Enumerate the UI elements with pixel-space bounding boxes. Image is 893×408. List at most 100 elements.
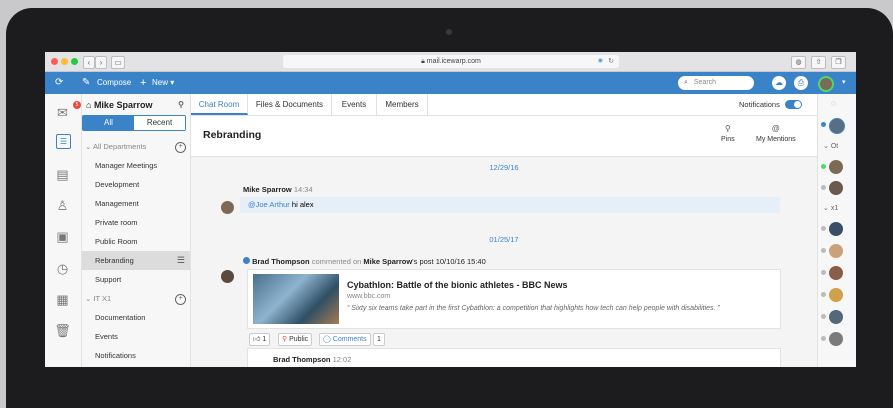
sidebar-toggle-icon[interactable]: ▭ xyxy=(111,56,125,69)
rrail-group-2[interactable]: ⌄ x1 xyxy=(823,204,838,212)
avatar[interactable] xyxy=(829,160,843,174)
link-preview-card[interactable]: Cybathlon: Battle of the bionic athletes… xyxy=(247,269,781,329)
sidebar-item-events[interactable]: Events xyxy=(82,327,190,346)
avatar[interactable] xyxy=(829,266,843,280)
rrail-group-1[interactable]: ⌄ Ot xyxy=(823,142,838,150)
avatar[interactable] xyxy=(221,270,234,283)
status-dot xyxy=(821,270,826,275)
preview-quote: “ Sixty six teams take part in the first… xyxy=(347,305,720,312)
tasks-icon[interactable]: ◷ xyxy=(54,260,71,277)
pin-icon: ⚲ xyxy=(724,124,731,133)
segment-all[interactable]: All xyxy=(83,116,134,130)
plus-icon[interactable]: + xyxy=(140,72,146,94)
chat-bubble-icon[interactable]: ◌ xyxy=(831,99,836,108)
sidebar-item-documentation[interactable]: Documentation xyxy=(82,308,190,327)
tab-files-documents[interactable]: Files & Documents xyxy=(248,94,332,115)
tabs-icon[interactable]: ❐ xyxy=(831,56,846,69)
post-author[interactable]: Brad Thompson xyxy=(252,257,310,266)
preview-thumbnail xyxy=(253,274,339,324)
reply-author: Brad Thompson xyxy=(273,355,331,364)
calendar-icon[interactable]: ▦ xyxy=(54,291,71,308)
thumbs-up-icon: 👍︎ xyxy=(253,336,263,343)
preview-title[interactable]: Cybathlon: Battle of the bionic athletes… xyxy=(347,280,568,290)
comment-icon: ◯ xyxy=(323,336,333,343)
sidebar-item-manager-meetings[interactable]: Manager Meetings xyxy=(82,156,190,175)
sidebar-item-development[interactable]: Development xyxy=(82,175,190,194)
status-dot xyxy=(821,336,826,341)
avatar[interactable] xyxy=(829,181,843,195)
avatar[interactable] xyxy=(221,201,234,214)
back-button[interactable]: ‹ xyxy=(83,56,95,69)
left-rail: ✉ 5 ☰ ▤ ♙ ▣ ◷ ▦ 🗑︎ xyxy=(45,94,82,367)
status-dot xyxy=(821,314,826,319)
url-bar[interactable]: 🔒︎ mail.icewarp.com ◉ ↻ xyxy=(283,55,619,68)
avatar[interactable] xyxy=(829,332,843,346)
pin-icon[interactable]: ⚲ xyxy=(178,100,184,109)
avatar[interactable] xyxy=(829,244,843,258)
post-time: 10/10/16 15:40 xyxy=(435,257,486,266)
menu-icon[interactable]: ☰ xyxy=(177,251,185,270)
refresh-icon[interactable]: ⟳ xyxy=(55,72,63,94)
like-button[interactable]: 👍︎ 1 xyxy=(249,333,271,346)
tab-chat-room[interactable]: Chat Room xyxy=(191,94,248,115)
date-separator: 12/29/16 xyxy=(489,163,519,172)
post-target[interactable]: Mike Sparrow xyxy=(363,257,412,266)
chat-icon[interactable]: ☰ xyxy=(56,134,71,149)
share-icon[interactable]: ⇧ xyxy=(811,56,826,69)
minimize-window-dot[interactable] xyxy=(61,58,68,65)
documents-icon[interactable]: ▣ xyxy=(54,228,71,245)
sidebar-item-private-room[interactable]: Private room xyxy=(82,213,190,232)
tab-events[interactable]: Events xyxy=(332,94,377,115)
group-label: All Departments xyxy=(92,142,147,151)
sidebar-item-rebranding[interactable]: Rebranding ☰ xyxy=(82,251,190,270)
reply-row: Brad Thompson 12:02 xyxy=(247,348,781,367)
avatar[interactable] xyxy=(829,118,845,134)
comments-count: 1 xyxy=(373,333,385,346)
room-header: Rebranding ⚲ Pins @ My Mentions xyxy=(191,116,817,157)
new-button[interactable]: New ▾ xyxy=(152,72,174,94)
group-all-departments[interactable]: ⌄ All Departments + xyxy=(85,142,189,153)
message-author: Mike Sparrow xyxy=(243,185,292,194)
segment-recent[interactable]: Recent xyxy=(134,116,185,130)
group-it-x1[interactable]: ⌄ IT X1 + xyxy=(85,294,189,305)
close-window-dot[interactable] xyxy=(51,58,58,65)
mail-icon[interactable]: ✉ 5 xyxy=(54,101,81,121)
sidebar-item-label: Support xyxy=(95,275,122,284)
mention-link[interactable]: @Joe Arthur xyxy=(248,200,290,209)
add-room-icon[interactable]: + xyxy=(175,142,186,153)
contacts-icon[interactable]: ♙ xyxy=(54,197,71,214)
print-icon[interactable]: ⎙ xyxy=(794,76,808,90)
shield-icon[interactable]: ◍ xyxy=(791,56,806,69)
sidebar-item-notifications[interactable]: Notifications xyxy=(82,346,190,365)
public-button[interactable]: ⚲ Public xyxy=(278,333,313,346)
compose-icon[interactable]: ✎ xyxy=(82,72,90,94)
trash-icon[interactable]: 🗑︎ xyxy=(54,322,71,339)
avatar[interactable] xyxy=(829,288,843,302)
avatar[interactable] xyxy=(829,222,843,236)
chevron-down-icon[interactable]: ▾ xyxy=(842,72,846,94)
sidebar-header: ⌂ Mike Sparrow ⚲ xyxy=(86,100,186,110)
sidebar-item-management[interactable]: Management xyxy=(82,194,190,213)
reader-icon[interactable]: ◉ xyxy=(598,55,603,68)
add-room-icon[interactable]: + xyxy=(175,294,186,305)
compose-button[interactable]: Compose xyxy=(97,72,131,94)
cloud-icon[interactable]: ☁ xyxy=(772,76,786,90)
comments-label: Comments xyxy=(332,336,367,343)
forward-button[interactable]: › xyxy=(95,56,107,69)
comments-button[interactable]: ◯ Comments xyxy=(319,333,371,346)
notifications-toggle[interactable] xyxy=(785,100,802,109)
camera-dot xyxy=(446,29,452,35)
maximize-window-dot[interactable] xyxy=(71,58,78,65)
my-mentions-button[interactable]: @ My Mentions xyxy=(756,124,796,143)
pins-button[interactable]: ⚲ Pins xyxy=(721,124,735,143)
sidebar-item-support[interactable]: Support xyxy=(82,270,190,289)
notes-icon[interactable]: ▤ xyxy=(54,166,71,183)
sidebar-item-public-room[interactable]: Public Room xyxy=(82,232,190,251)
reload-icon[interactable]: ↻ xyxy=(608,55,614,68)
search-input[interactable]: ⌕ Search xyxy=(678,76,754,90)
user-avatar[interactable] xyxy=(818,76,834,92)
avatar[interactable] xyxy=(829,310,843,324)
mentions-label: My Mentions xyxy=(756,136,796,143)
sidebar-item-label: Manager Meetings xyxy=(95,161,158,170)
tab-members[interactable]: Members xyxy=(377,94,428,115)
